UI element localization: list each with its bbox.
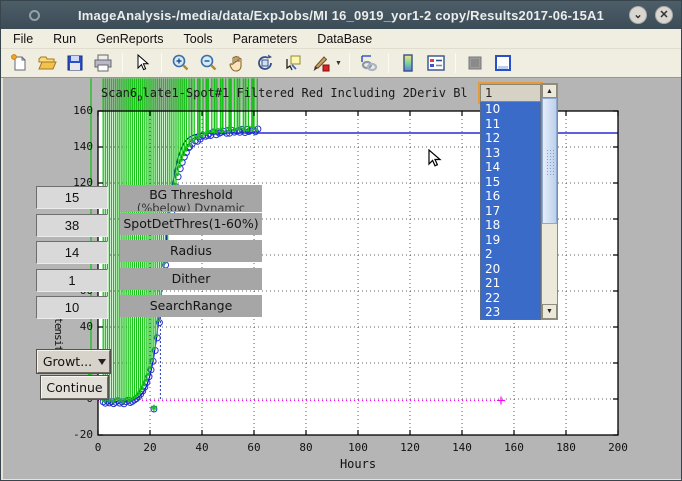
inactive-square-icon bbox=[462, 51, 488, 75]
shade-window-button[interactable]: ⌄ bbox=[629, 6, 647, 24]
data-cursor-icon[interactable] bbox=[280, 51, 306, 75]
popup-arrow-icon bbox=[98, 359, 106, 365]
scroll-down-icon[interactable]: ▼ bbox=[542, 304, 557, 319]
new-document-icon[interactable] bbox=[6, 51, 32, 75]
spot-number-combo-value[interactable]: 1 bbox=[480, 84, 541, 102]
list-item[interactable]: 20 bbox=[481, 262, 540, 277]
x-tick-label: 180 bbox=[544, 441, 588, 454]
close-window-button[interactable]: ✕ bbox=[655, 6, 673, 24]
zoom-in-icon[interactable] bbox=[168, 51, 194, 75]
y-tick-label: 40 bbox=[41, 320, 93, 334]
toolbar-separator bbox=[349, 53, 350, 73]
bg-threshold-sublabel: (%below) Dynamic bbox=[120, 202, 262, 211]
searchrange-label: SearchRange bbox=[120, 295, 262, 317]
x-tick-label: 20 bbox=[128, 441, 172, 454]
y-tick-label: -20 bbox=[41, 428, 93, 442]
list-item[interactable]: 13 bbox=[481, 146, 540, 161]
spotdetthres-label: SpotDetThres(1-60%) bbox=[120, 213, 262, 235]
menu-parameters[interactable]: Parameters bbox=[233, 30, 309, 48]
window-title: ImageAnalysis-/media/data/ExpJobs/MI 16_… bbox=[1, 8, 681, 23]
x-tick-label: 60 bbox=[232, 441, 276, 454]
growth-popup-button[interactable]: Growt... bbox=[37, 350, 110, 373]
menu-genreports[interactable]: GenReports bbox=[96, 30, 174, 48]
y-tick-label: 160 bbox=[41, 104, 93, 118]
list-item[interactable]: 17 bbox=[481, 204, 540, 219]
figure-canvas: Scan6plate1-Spot#1 Filtered Red Includin… bbox=[1, 78, 682, 481]
save-icon[interactable] bbox=[62, 51, 88, 75]
brush-dropdown-caret-icon[interactable]: ▼ bbox=[335, 51, 344, 75]
menu-run[interactable]: Run bbox=[53, 30, 87, 48]
plot-title: Scan6plate1-Spot#1 Filtered Red Includin… bbox=[101, 86, 481, 101]
window-menu-icon[interactable] bbox=[29, 10, 40, 21]
dither-field[interactable]: 1 bbox=[36, 269, 108, 292]
toolbar-separator bbox=[122, 53, 123, 73]
list-item[interactable]: 16 bbox=[481, 189, 540, 204]
toolbar-separator bbox=[388, 53, 389, 73]
pointer-arrow-icon[interactable] bbox=[129, 51, 155, 75]
y-tick-label: 140 bbox=[41, 140, 93, 154]
pan-hand-icon[interactable] bbox=[224, 51, 250, 75]
bg-threshold-label: BG Threshold(%below) Dynamic bbox=[120, 185, 262, 212]
list-item[interactable]: 23 bbox=[481, 305, 540, 320]
searchrange-field[interactable]: 10 bbox=[36, 296, 108, 319]
list-item[interactable]: 19 bbox=[481, 233, 540, 248]
toolbar-separator bbox=[455, 53, 456, 73]
list-item[interactable]: 18 bbox=[481, 218, 540, 233]
toolbar-separator bbox=[161, 53, 162, 73]
link-plots-icon[interactable] bbox=[356, 51, 382, 75]
menu-file[interactable]: File bbox=[13, 30, 44, 48]
menubar: File Run GenReports Tools Parameters Dat… bbox=[1, 29, 681, 49]
scroll-up-icon[interactable]: ▲ bbox=[542, 84, 557, 98]
list-item[interactable]: 10 bbox=[481, 102, 540, 117]
x-tick-label: 160 bbox=[492, 441, 536, 454]
x-axis-label: Hours bbox=[98, 457, 618, 471]
mouse-cursor-icon bbox=[428, 149, 444, 168]
scrollbar-grip bbox=[546, 149, 555, 175]
zoom-out-icon[interactable] bbox=[196, 51, 222, 75]
menu-database[interactable]: DataBase bbox=[317, 30, 383, 48]
spot-number-list[interactable]: 10111213141516171819220212223 bbox=[480, 102, 541, 320]
window-panel-icon[interactable] bbox=[490, 51, 516, 75]
list-item[interactable]: 12 bbox=[481, 131, 540, 146]
x-tick-label: 40 bbox=[180, 441, 224, 454]
list-item[interactable]: 14 bbox=[481, 160, 540, 175]
list-item[interactable]: 22 bbox=[481, 291, 540, 306]
toolbar: ▼ bbox=[1, 49, 681, 78]
x-tick-label: 140 bbox=[440, 441, 484, 454]
print-icon[interactable] bbox=[90, 51, 116, 75]
dither-label: Dither bbox=[120, 268, 262, 290]
legend-icon[interactable] bbox=[423, 51, 449, 75]
menu-tools[interactable]: Tools bbox=[184, 30, 224, 48]
list-item[interactable]: 2 bbox=[481, 247, 540, 262]
app-window: ImageAnalysis-/media/data/ExpJobs/MI 16_… bbox=[0, 0, 682, 481]
brush-icon[interactable] bbox=[308, 51, 334, 75]
list-item[interactable]: 21 bbox=[481, 276, 540, 291]
spotdetthres-field[interactable]: 38 bbox=[36, 214, 108, 237]
radius-label: Radius bbox=[120, 240, 262, 262]
list-scrollbar[interactable]: ▲ ▼ bbox=[541, 83, 558, 320]
bg-threshold-field[interactable]: 15 bbox=[36, 186, 108, 209]
titlebar[interactable]: ImageAnalysis-/media/data/ExpJobs/MI 16_… bbox=[1, 1, 681, 29]
list-item[interactable]: 15 bbox=[481, 175, 540, 190]
open-folder-icon[interactable] bbox=[34, 51, 60, 75]
rotate-3d-icon[interactable] bbox=[252, 51, 278, 75]
colorbar-icon[interactable] bbox=[395, 51, 421, 75]
x-tick-label: 80 bbox=[284, 441, 328, 454]
x-tick-label: 120 bbox=[388, 441, 432, 454]
radius-field[interactable]: 14 bbox=[36, 241, 108, 264]
x-tick-label: 0 bbox=[76, 441, 120, 454]
x-tick-label: 100 bbox=[336, 441, 380, 454]
continue-button[interactable]: Continue bbox=[41, 376, 108, 399]
x-tick-label: 200 bbox=[596, 441, 640, 454]
scrollbar-thumb[interactable] bbox=[542, 98, 557, 224]
list-item[interactable]: 11 bbox=[481, 117, 540, 132]
